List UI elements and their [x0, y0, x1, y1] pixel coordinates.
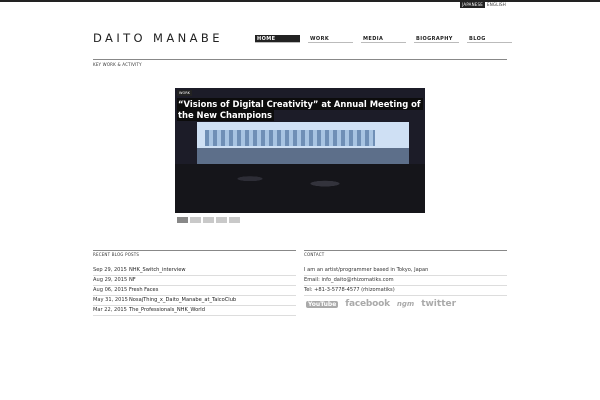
- list-item[interactable]: May 31, 2015 NosajThing_x_Daito_Manabe_at…: [93, 296, 296, 306]
- nav-media[interactable]: MEDIA: [361, 35, 406, 43]
- hero-image-stage: [205, 130, 375, 146]
- slider-dot[interactable]: [177, 217, 188, 223]
- contact-phone: Tel: +81-3-5778-4577 (rhizomatiks): [304, 286, 507, 296]
- nav-work[interactable]: WORK: [308, 35, 353, 43]
- blog-title[interactable]: NosajThing_x_Daito_Manabe_at_TaicoClub: [129, 296, 236, 305]
- lang-english[interactable]: ENGLISH: [485, 1, 508, 8]
- youtube-icon[interactable]: YouTube: [306, 300, 339, 308]
- slider-dot[interactable]: [190, 217, 201, 223]
- language-switcher: JAPANESE ENGLISH: [460, 1, 508, 8]
- contact-section-title: CONTACT: [304, 252, 325, 257]
- section-subtitle: KEY WORK & ACTIVITY: [93, 62, 142, 67]
- contact-divider: [304, 250, 507, 251]
- social-links: YouTube facebook ngm twitter: [306, 299, 456, 309]
- blog-date: Sep 29, 2015: [93, 267, 127, 273]
- twitter-icon[interactable]: twitter: [421, 299, 456, 309]
- lang-japanese[interactable]: JAPANESE: [460, 1, 486, 8]
- hero-headline[interactable]: “Visions of Digital Creativity” at Annua…: [177, 98, 423, 121]
- blog-section-title: RECENT BLOG POSTS: [93, 252, 140, 257]
- site-logo[interactable]: DAITO MANABE: [93, 31, 223, 45]
- contact-info: I am an artist/programmer based in Tokyo…: [304, 266, 507, 296]
- nav-biography[interactable]: BIOGRAPHY: [414, 35, 459, 43]
- blog-date: Mar 22, 2015: [93, 307, 127, 313]
- list-item[interactable]: Aug 06, 2015 Fresh Faces: [93, 286, 296, 296]
- main-nav: HOME WORK MEDIA BIOGRAPHY BLOG: [255, 35, 520, 43]
- header-divider: [93, 59, 507, 60]
- list-item[interactable]: Sep 29, 2015 NHK_Switch_interview: [93, 266, 296, 276]
- list-item[interactable]: Mar 22, 2015 The_Professionals_NHK_World: [93, 306, 296, 316]
- nav-home[interactable]: HOME: [255, 35, 300, 43]
- contact-email[interactable]: Email: info_daito@rhizomatiks.com: [304, 276, 507, 286]
- blog-date: Aug 29, 2015: [93, 277, 128, 283]
- hero-image-audience: [175, 164, 425, 213]
- hero-tag: WORK: [177, 90, 192, 96]
- contact-description: I am an artist/programmer based in Tokyo…: [304, 266, 507, 276]
- list-item[interactable]: Aug 29, 2015 NF: [93, 276, 296, 286]
- slider-dot[interactable]: [229, 217, 240, 223]
- blog-title[interactable]: Fresh Faces: [129, 286, 158, 295]
- blog-title[interactable]: NF: [129, 276, 136, 285]
- nav-blog[interactable]: BLOG: [467, 35, 512, 43]
- ngm-icon[interactable]: ngm: [397, 300, 414, 308]
- blog-title[interactable]: NHK_Switch_interview: [129, 266, 186, 275]
- hero-image-screen: [197, 122, 409, 164]
- blog-date: May 31, 2015: [93, 297, 128, 303]
- blog-title[interactable]: The_Professionals_NHK_World: [129, 306, 205, 315]
- slider-dot[interactable]: [203, 217, 214, 223]
- hero-headline-text: “Visions of Digital Creativity” at Annua…: [177, 98, 423, 121]
- hero-image-crowd: [197, 148, 409, 164]
- facebook-icon[interactable]: facebook: [345, 299, 390, 309]
- slider-dot[interactable]: [216, 217, 227, 223]
- blog-date: Aug 06, 2015: [93, 287, 128, 293]
- hero-slide[interactable]: WORK “Visions of Digital Creativity” at …: [175, 88, 425, 213]
- blog-list: Sep 29, 2015 NHK_Switch_interview Aug 29,…: [93, 266, 296, 316]
- slider-pagination: [177, 217, 240, 223]
- blog-divider: [93, 250, 296, 251]
- top-bar: [0, 0, 600, 2]
